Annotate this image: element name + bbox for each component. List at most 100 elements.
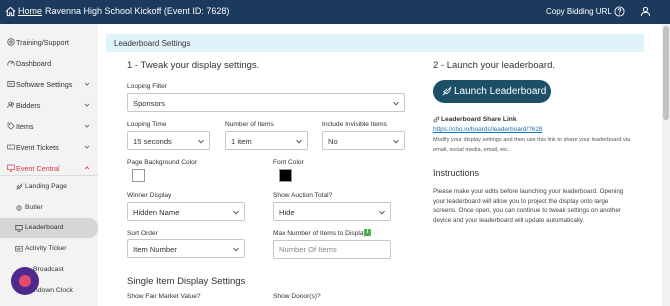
looping-time-label: Looping Time <box>127 121 167 128</box>
max-items-label: Max Number of Items to Display <box>273 230 367 237</box>
include-invisible-select[interactable]: No <box>322 131 405 150</box>
event-title: Ravenna High School Kickoff (Event ID: 7… <box>45 6 230 16</box>
show-fmv-label: Show Fair Market Value? <box>127 293 201 300</box>
sidebar-item-label: Broadcast <box>33 266 64 273</box>
sidebar-subitem-activity-ticker[interactable]: Activity Ticker <box>0 239 98 259</box>
include-invisible-label: Include Invisible Items <box>322 121 387 128</box>
panel-header: Leaderboard Settings <box>106 34 644 52</box>
chevron-up-icon <box>84 166 90 170</box>
instructions-heading: Instructions <box>433 168 480 178</box>
info-icon[interactable]: i <box>364 229 371 236</box>
copy-bidding-url-button[interactable]: Copy Bidding URL <box>546 7 612 16</box>
chat-icon <box>19 275 31 287</box>
chevron-down-icon <box>296 139 302 144</box>
chat-support-button[interactable] <box>11 267 39 295</box>
sidebar-subitem-landing-page[interactable]: Landing Page <box>0 177 98 197</box>
users-icon <box>7 101 15 109</box>
winner-display-select[interactable]: Hidden Name <box>127 202 245 221</box>
looping-time-select[interactable]: 15 seconds <box>127 131 210 150</box>
chevron-down-icon <box>379 210 385 215</box>
select-value: Hide <box>279 208 295 217</box>
monitor-icon <box>7 164 15 172</box>
share-link-url[interactable]: https://cbo.io/boards/leaderboard/?628 <box>433 126 542 133</box>
looping-filter-select[interactable]: Sponsors <box>127 93 405 112</box>
home-icon[interactable] <box>5 6 16 17</box>
panel-title: Leaderboard Settings <box>114 39 191 48</box>
chevron-down-icon <box>84 124 90 128</box>
ticker-icon <box>15 246 23 252</box>
help-circle-icon <box>7 38 15 46</box>
sidebar-item-label: Leaderboard <box>25 224 64 231</box>
dashboard-icon <box>7 60 15 66</box>
select-value: No <box>328 137 338 146</box>
number-of-items-select[interactable]: 1 item <box>225 131 308 150</box>
font-color-swatch[interactable] <box>279 169 292 182</box>
instructions-line-1: Please make your edits before launching … <box>433 188 624 195</box>
link-icon <box>433 116 440 123</box>
show-auction-total-select[interactable]: Hide <box>273 202 391 221</box>
bg-color-swatch[interactable] <box>132 169 145 182</box>
sidebar-subitem-butler[interactable]: Butler <box>0 198 98 218</box>
top-navigation-bar: Home Ravenna High School Kickoff (Event … <box>0 0 670 24</box>
sidebar-item-label: Bidders <box>16 101 41 110</box>
sort-order-label: Sort Order <box>127 230 158 237</box>
chevron-down-icon <box>84 145 90 149</box>
sidebar-item-event-tickets[interactable]: Event Tickets <box>0 137 98 157</box>
sidebar-item-label: ndown Clock <box>34 287 73 294</box>
sidebar-item-label: Items <box>16 122 34 131</box>
bg-color-label: Page Background Color <box>127 159 198 166</box>
leaderboard-icon <box>15 225 23 232</box>
help-icon[interactable] <box>614 6 625 17</box>
chevron-down-icon <box>233 210 239 215</box>
instructions-line-3: screens. Once open, you can continue to … <box>433 207 621 214</box>
show-donors-label: Show Donor(s)? <box>273 293 321 300</box>
user-account-icon[interactable] <box>640 6 651 17</box>
chevron-down-icon <box>84 103 90 107</box>
ticket-icon <box>7 144 15 150</box>
step-1-heading: 1 - Tweak your display settings. <box>127 60 260 71</box>
sidebar-item-label: Landing Page <box>25 183 67 190</box>
share-link-title: Leaderboard Share Link <box>441 116 517 123</box>
sort-order-select[interactable]: Item Number <box>127 239 245 258</box>
chevron-down-icon <box>84 82 90 86</box>
instructions-line-4: device and your leaderboard will update … <box>433 217 585 224</box>
number-of-items-label: Number of Items <box>225 121 274 128</box>
page-scrollbar-thumb[interactable] <box>663 26 669 120</box>
leaderboard-settings-panel: Leaderboard Settings <box>106 34 644 306</box>
sidebar-item-bidders[interactable]: Bidders <box>0 95 98 115</box>
sidebar-item-label: Event Central <box>16 164 60 173</box>
rocket-icon <box>16 183 23 190</box>
sidebar-item-label: Activity Ticker <box>25 245 67 252</box>
settings-icon <box>7 81 15 87</box>
sidebar-item-label: Butler <box>25 204 43 211</box>
sidebar-subitem-leaderboard[interactable]: Leaderboard <box>0 218 98 238</box>
select-value: 1 item <box>231 137 252 146</box>
share-note-line-2: email, social media, email, etc. <box>433 147 510 153</box>
select-value: Hidden Name <box>133 208 180 217</box>
sidebar-divider <box>0 175 98 176</box>
select-value: Sponsors <box>133 99 166 108</box>
single-item-settings-heading: Single Item Display Settings <box>127 276 246 287</box>
chevron-down-icon <box>393 139 399 144</box>
select-value: Item Number <box>133 245 177 254</box>
gear-icon <box>16 205 22 211</box>
sidebar-item-training-support[interactable]: Training/Support <box>0 32 98 52</box>
max-items-input[interactable]: Number Of Items <box>273 240 391 259</box>
chevron-down-icon <box>198 139 204 144</box>
select-value: 15 seconds <box>133 137 172 146</box>
home-link[interactable]: Home <box>18 6 42 16</box>
sidebar: Training/Support Dashboard Software Sett… <box>0 24 98 306</box>
sidebar-item-dashboard[interactable]: Dashboard <box>0 53 98 73</box>
share-note-line-1: Modify your display settings and then us… <box>433 137 631 143</box>
tag-icon <box>7 122 15 130</box>
sidebar-item-label: Training/Support <box>16 38 69 47</box>
chevron-down-icon <box>393 101 399 106</box>
looping-filter-label: Looping Filter <box>127 83 167 90</box>
winner-display-label: Winner Display <box>127 192 172 199</box>
sidebar-item-label: Software Settings <box>16 80 73 89</box>
step-2-heading: 2 - Launch your leaderboard. <box>433 60 555 71</box>
launch-leaderboard-button[interactable]: Launch Leaderboard <box>433 80 551 103</box>
chevron-down-icon <box>233 247 239 252</box>
sidebar-item-items[interactable]: Items <box>0 116 98 136</box>
sidebar-item-software-settings[interactable]: Software Settings <box>0 74 98 94</box>
